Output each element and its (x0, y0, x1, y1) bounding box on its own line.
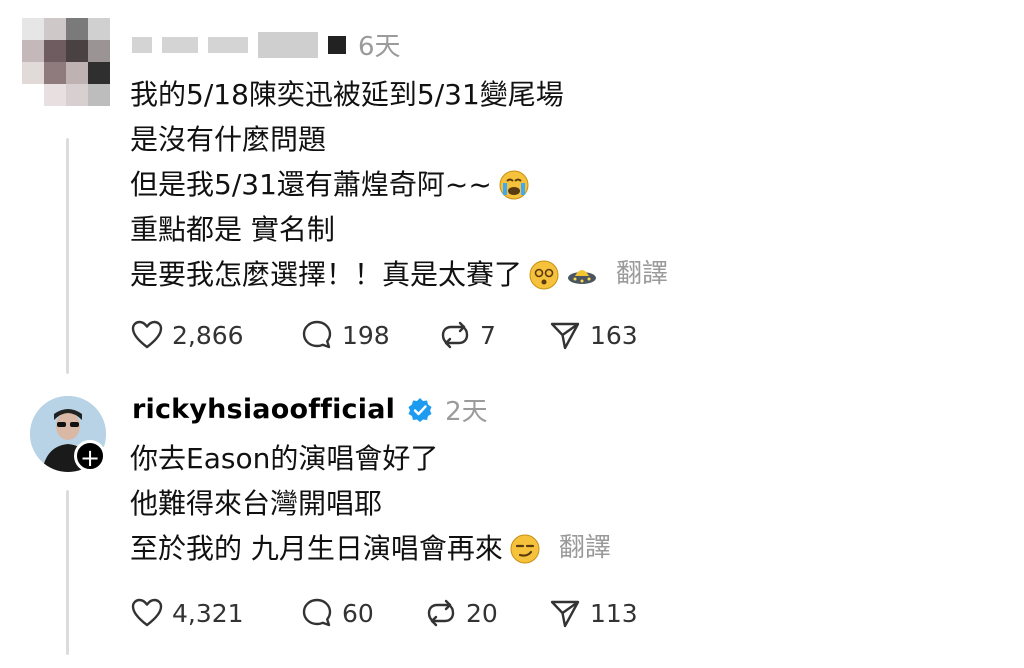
crying-face-emoji-icon (499, 170, 529, 199)
comment-line: 他難得來台灣開唱耶 (130, 487, 383, 520)
comment-line: 是沒有什麼問題 (130, 123, 327, 156)
comment-line-text: 但是我5/31還有蕭煌奇阿~~ (130, 168, 492, 201)
like-button[interactable]: 2,866 (130, 318, 300, 352)
like-button[interactable]: 4,321 (130, 596, 300, 630)
repost-icon (441, 321, 469, 349)
repost-icon (427, 599, 455, 627)
comment-line-with-emoji: 但是我5/31還有蕭煌奇阿~~ (130, 162, 668, 207)
reply-count: 198 (342, 320, 390, 350)
smirk-face-emoji-icon (510, 534, 540, 563)
flying-saucer-emoji-icon (568, 269, 597, 284)
reply-count: 60 (342, 598, 374, 628)
comment-actions-1: 2,866 198 7 163 (130, 318, 638, 352)
verified-icon (408, 397, 432, 422)
comment-actions-2: 4,321 60 20 113 (130, 596, 638, 630)
timestamp: 2天 (445, 397, 488, 427)
comment-icon (302, 598, 332, 627)
avatar-rickyhsiaoofficial[interactable]: + (30, 396, 108, 474)
like-count: 4,321 (172, 598, 244, 628)
share-count: 113 (590, 598, 638, 628)
comment-line: 你去Eason的演唱會好了 (130, 442, 439, 475)
repost-button[interactable]: 20 (424, 596, 548, 630)
comment-line-with-emoji: 至於我的 九月生日演唱會再來 翻譯 (130, 526, 611, 571)
heart-icon (131, 320, 163, 349)
reply-button[interactable]: 198 (300, 318, 438, 352)
repost-count: 7 (480, 320, 496, 350)
translate-link[interactable]: 翻譯 (616, 252, 668, 297)
thread-line-1 (66, 138, 69, 374)
repost-count: 20 (466, 598, 498, 628)
heart-icon (131, 598, 163, 627)
comment-line-with-emoji: 是要我怎麼選擇！！真是太賽了 翻譯 (130, 252, 668, 297)
timestamp: 6天 (358, 32, 401, 62)
username-blurred[interactable] (132, 31, 346, 58)
comment-line: 重點都是 實名制 (130, 213, 335, 246)
comment-header-2: rickyhsiaoofficial 2天 (132, 391, 488, 428)
comment-icon (302, 320, 332, 349)
share-icon (550, 600, 580, 628)
comment-body-1: 我的5/18陳奕迅被延到5/31變尾場 是沒有什麼問題 但是我5/31還有蕭煌奇… (130, 72, 668, 297)
comment-line-text: 至於我的 九月生日演唱會再來 (130, 532, 503, 565)
reply-button[interactable]: 60 (300, 596, 424, 630)
comment-body-2: 你去Eason的演唱會好了 他難得來台灣開唱耶 至於我的 九月生日演唱會再來 翻… (130, 436, 611, 571)
share-icon (550, 322, 580, 350)
thread-line-2 (66, 490, 69, 655)
share-count: 163 (590, 320, 638, 350)
comment-line-text: 是要我怎麼選擇！！真是太賽了 (130, 258, 523, 291)
username[interactable]: rickyhsiaoofficial (132, 394, 395, 425)
like-count: 2,866 (172, 320, 244, 350)
repost-button[interactable]: 7 (438, 318, 548, 352)
comment-line: 我的5/18陳奕迅被延到5/31變尾場 (130, 78, 564, 111)
share-button[interactable]: 163 (548, 318, 638, 352)
share-button[interactable]: 113 (548, 596, 638, 630)
comment-header-1: 6天 (132, 26, 401, 63)
follow-plus-icon[interactable]: + (74, 440, 106, 472)
translate-link[interactable]: 翻譯 (559, 526, 611, 571)
dizzy-face-emoji-icon (529, 260, 559, 289)
avatar-blurred[interactable] (22, 18, 110, 106)
